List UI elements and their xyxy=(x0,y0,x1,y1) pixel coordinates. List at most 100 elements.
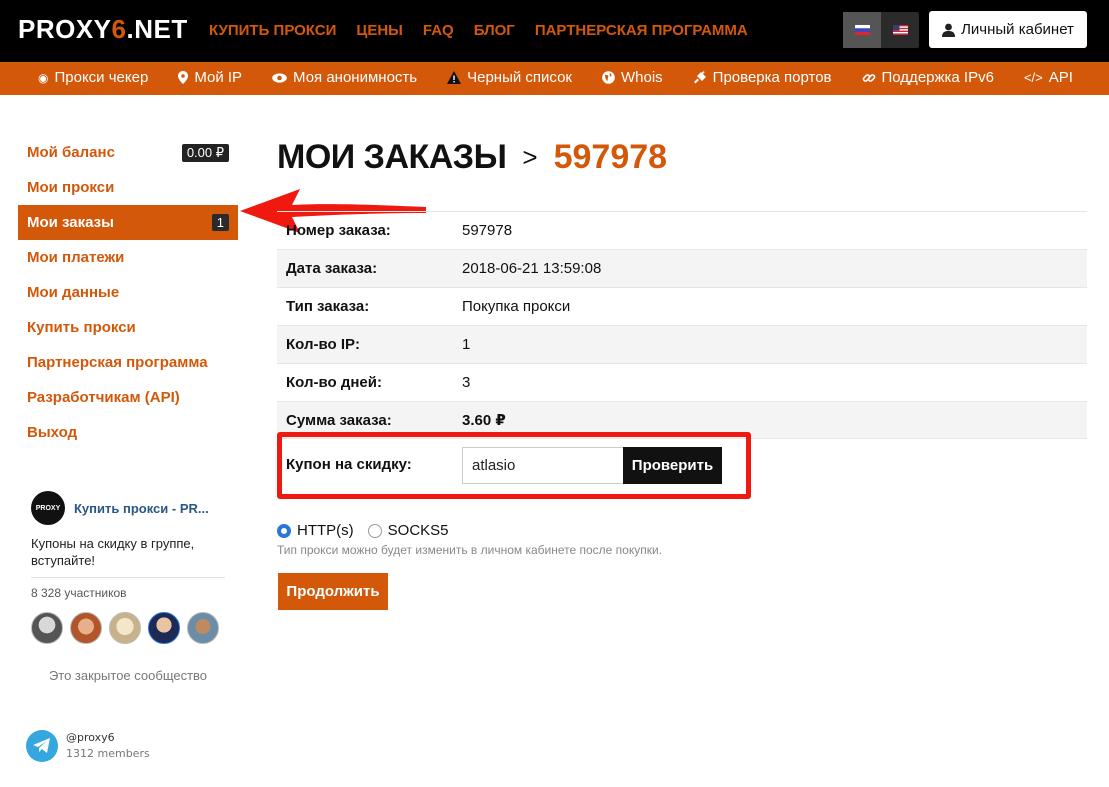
lang-ru-button[interactable] xyxy=(843,12,881,48)
avatar[interactable] xyxy=(109,612,141,644)
tool-proxy-checker[interactable]: ◉ Прокси чекер xyxy=(38,69,148,86)
row-label: Кол-во дней: xyxy=(286,374,382,391)
sidebar-item-my-proxies[interactable]: Мои прокси xyxy=(18,170,238,205)
coupon-input[interactable] xyxy=(462,447,624,484)
personal-cabinet-button[interactable]: Личный кабинет xyxy=(929,11,1087,48)
sidebar-item-label: Разработчикам (API) xyxy=(27,389,180,406)
tool-port-check[interactable]: Проверка портов xyxy=(693,69,832,86)
tool-label: Проверка портов xyxy=(712,69,832,86)
avatar[interactable] xyxy=(187,612,219,644)
eye-icon xyxy=(272,72,287,83)
row-label: Тип заказа: xyxy=(286,298,370,315)
table-row: Номер заказа: 597978 xyxy=(277,211,1087,249)
avatar[interactable] xyxy=(31,612,63,644)
vk-group-header[interactable]: PROXY Купить прокси - PR... xyxy=(31,491,225,525)
check-coupon-button[interactable]: Проверить xyxy=(623,447,722,484)
tool-label: Whois xyxy=(620,69,663,86)
nav-buy-proxy[interactable]: КУПИТЬ ПРОКСИ xyxy=(209,22,336,39)
sidebar-item-label: Мои данные xyxy=(27,284,120,301)
sidebar-item-label: Выход xyxy=(27,424,78,441)
divider xyxy=(31,577,225,578)
continue-button[interactable]: Продолжить xyxy=(278,573,388,610)
vk-member-avatars xyxy=(31,612,225,644)
sidebar-item-my-payments[interactable]: Мои платежи xyxy=(18,240,238,275)
target-icon: ◉ xyxy=(38,70,49,85)
telegram-members: 1312 members xyxy=(66,747,150,760)
breadcrumb-separator: > xyxy=(522,142,538,172)
map-marker-icon xyxy=(178,71,189,84)
row-value: 597978 xyxy=(462,222,513,239)
sidebar-item-my-orders[interactable]: Мои заказы 1 xyxy=(18,205,238,240)
order-id-title: 597978 xyxy=(553,138,668,176)
row-label: Кол-во IP: xyxy=(286,336,360,353)
coupon-label: Купон на скидку: xyxy=(286,456,412,473)
order-total-value: 3.60 ₽ xyxy=(462,412,506,429)
tool-my-anonymity[interactable]: Моя анонимность xyxy=(272,69,417,86)
row-value: Покупка прокси xyxy=(462,298,571,315)
nav-blog[interactable]: БЛОГ xyxy=(474,22,515,39)
personal-cabinet-label: Личный кабинет xyxy=(961,21,1074,38)
sidebar-item-my-data[interactable]: Мои данные xyxy=(18,275,238,310)
account-sidebar: Мой баланс 0.00 ₽ Мои прокси Мои заказы … xyxy=(18,135,238,450)
tool-my-ip[interactable]: Мой IP xyxy=(178,69,242,86)
telegram-info: @proxy6 1312 members xyxy=(66,730,150,762)
tool-blacklist[interactable]: Черный список xyxy=(447,69,572,86)
plug-icon xyxy=(693,71,706,84)
tool-api[interactable]: </> API xyxy=(1024,69,1073,86)
code-icon: </> xyxy=(1023,70,1043,85)
link-icon xyxy=(862,73,875,82)
page-title-text: МОИ ЗАКАЗЫ xyxy=(277,138,507,176)
telegram-handle: @proxy6 xyxy=(66,731,115,744)
row-value: 3 xyxy=(462,374,471,391)
tools-nav: ◉ Прокси чекер Мой IP Моя анонимность Че… xyxy=(38,69,1073,86)
lang-en-button[interactable] xyxy=(881,12,919,48)
avatar[interactable] xyxy=(70,612,102,644)
vk-group-title[interactable]: Купить прокси - PR... xyxy=(74,501,209,516)
tool-label: Прокси чекер xyxy=(54,69,149,86)
sidebar-item-developers-api[interactable]: Разработчикам (API) xyxy=(18,380,238,415)
radio-unchecked-icon xyxy=(367,523,382,538)
order-details-table: Номер заказа: 597978 Дата заказа: 2018-0… xyxy=(277,211,1087,439)
nav-partner-program[interactable]: ПАРТНЕРСКАЯ ПРОГРАММА xyxy=(535,22,748,39)
sidebar-item-label: Мои заказы xyxy=(27,214,114,231)
sidebar-item-label: Мои платежи xyxy=(27,249,125,266)
sidebar-item-label: Мои прокси xyxy=(27,179,115,196)
telegram-widget[interactable]: @proxy6 1312 members xyxy=(26,730,150,762)
vk-closed-community-note: Это закрытое сообщество xyxy=(48,668,208,683)
sidebar-item-label: Мой баланс xyxy=(27,144,115,161)
us-flag-icon xyxy=(892,25,908,35)
sidebar-item-label: Партнерская программа xyxy=(27,354,208,371)
radio-socks5[interactable]: SOCKS5 xyxy=(367,522,449,539)
tool-label: Поддержка IPv6 xyxy=(881,69,994,86)
site-logo[interactable]: PROXY6.NET xyxy=(18,14,188,45)
table-row: Тип заказа: Покупка прокси xyxy=(277,287,1087,325)
row-value: 2018-06-21 13:59:08 xyxy=(462,260,602,277)
sidebar-item-logout[interactable]: Выход xyxy=(18,415,238,450)
user-icon xyxy=(942,23,956,37)
row-label: Сумма заказа: xyxy=(286,411,392,429)
radio-checked-icon xyxy=(277,523,291,538)
tool-ipv6-support[interactable]: Поддержка IPv6 xyxy=(862,69,994,86)
nav-faq[interactable]: FAQ xyxy=(423,22,454,39)
main-nav: КУПИТЬ ПРОКСИ ЦЕНЫ FAQ БЛОГ ПАРТНЕРСКАЯ … xyxy=(209,22,748,39)
language-switcher xyxy=(843,12,919,48)
tool-label: API xyxy=(1048,69,1073,86)
row-label: Номер заказа: xyxy=(286,222,391,239)
tools-bar: ◉ Прокси чекер Мой IP Моя анонимность Че… xyxy=(0,62,1109,95)
vk-group-avatar: PROXY xyxy=(31,491,65,525)
vk-members-count: 8 328 участников xyxy=(31,586,127,600)
radio-label: HTTP(s) xyxy=(297,522,354,539)
table-row: Кол-во дней: 3 xyxy=(277,363,1087,401)
tool-label: Мой IP xyxy=(194,69,243,86)
page-title: МОИ ЗАКАЗЫ > 597978 xyxy=(277,138,667,177)
radio-http[interactable]: HTTP(s) xyxy=(277,522,354,539)
sidebar-item-balance[interactable]: Мой баланс 0.00 ₽ xyxy=(18,135,238,170)
balance-badge: 0.00 ₽ xyxy=(181,143,229,162)
tool-label: Моя анонимность xyxy=(293,69,418,86)
tool-whois[interactable]: Whois xyxy=(602,69,663,86)
avatar[interactable] xyxy=(148,612,180,644)
sidebar-item-buy-proxy[interactable]: Купить прокси xyxy=(18,310,238,345)
sidebar-item-partner-program[interactable]: Партнерская программа xyxy=(18,345,238,380)
warning-icon xyxy=(447,71,462,84)
nav-prices[interactable]: ЦЕНЫ xyxy=(356,22,402,39)
